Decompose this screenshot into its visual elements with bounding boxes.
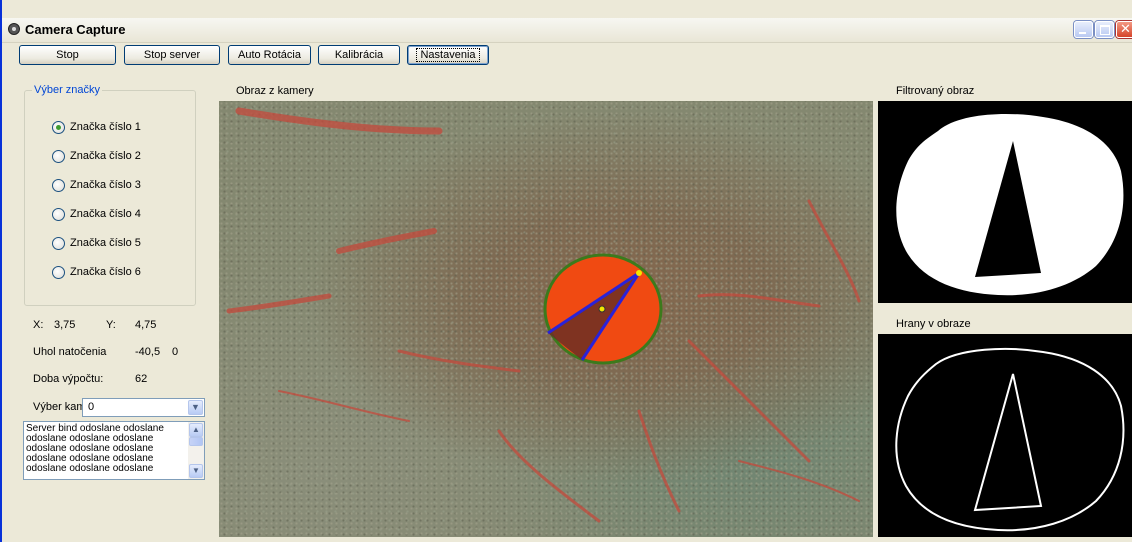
camera-overlay xyxy=(226,107,861,523)
camera-image xyxy=(219,101,873,537)
y-value: 4,75 xyxy=(135,319,157,331)
calibration-button[interactable]: Kalibrácia xyxy=(318,45,400,65)
angle-extra-value: 0 xyxy=(172,346,179,358)
marker-option-label: Značka číslo 2 xyxy=(70,150,141,162)
scroll-up-icon[interactable]: ▲ xyxy=(189,423,203,437)
radio-icon[interactable] xyxy=(52,208,65,221)
camera-app-icon xyxy=(8,23,20,35)
log-textbox[interactable]: Server bind odoslane odoslane odoslane o… xyxy=(23,421,205,480)
app-window: Camera Capture Stop Stop server Auto Rot… xyxy=(0,0,1132,542)
x-value: 3,75 xyxy=(54,319,76,331)
minimize-button[interactable] xyxy=(1074,21,1093,38)
marker-option-label: Značka číslo 5 xyxy=(70,237,141,249)
marker-option-label: Značka číslo 4 xyxy=(70,208,141,220)
auto-rotation-button[interactable]: Auto Rotácia xyxy=(228,45,311,65)
edges-panel-label: Hrany v obraze xyxy=(896,318,971,330)
log-text: Server bind odoslane odoslane odoslane o… xyxy=(26,423,164,474)
compute-time-label: Doba výpočtu: xyxy=(33,373,104,385)
y-label: Y: xyxy=(106,319,116,331)
filtered-panel-label: Filtrovaný obraz xyxy=(896,85,975,97)
stop-server-button[interactable]: Stop server xyxy=(124,45,220,65)
maximize-button[interactable] xyxy=(1095,21,1114,38)
title-bar[interactable]: Camera Capture xyxy=(2,18,1132,43)
log-scrollbar[interactable]: ▲ ▼ xyxy=(188,422,204,479)
radio-icon[interactable] xyxy=(52,237,65,250)
filtered-blob xyxy=(896,113,1124,296)
marker-option-label: Značka číslo 1 xyxy=(70,121,141,133)
close-button[interactable] xyxy=(1116,21,1132,38)
angle-label: Uhol natočenia xyxy=(33,346,107,358)
settings-button-label: Nastavenia xyxy=(416,48,480,62)
compute-time-value: 62 xyxy=(135,373,148,385)
stop-button[interactable]: Stop xyxy=(19,45,116,65)
radio-icon[interactable] xyxy=(52,266,65,279)
radio-icon[interactable] xyxy=(52,179,65,192)
camera-panel-label: Obraz z kamery xyxy=(236,85,314,97)
scroll-thumb[interactable] xyxy=(189,437,203,446)
marker-option-label: Značka číslo 3 xyxy=(70,179,141,191)
camera-select[interactable]: 0 ▼ xyxy=(82,398,205,417)
edges-image xyxy=(878,334,1132,537)
marker-target xyxy=(543,253,663,365)
radio-checked-icon[interactable] xyxy=(52,121,65,134)
radio-icon[interactable] xyxy=(52,150,65,163)
chevron-down-icon[interactable]: ▼ xyxy=(188,400,203,415)
filtered-image xyxy=(878,101,1132,303)
window-title: Camera Capture xyxy=(25,22,126,37)
marker-groupbox-title: Výber značky xyxy=(32,84,103,96)
angle-value: -40,5 xyxy=(135,346,161,358)
camera-select-value: 0 xyxy=(88,401,95,413)
marker-option-label: Značka číslo 6 xyxy=(70,266,141,278)
scroll-down-icon[interactable]: ▼ xyxy=(189,464,203,478)
x-label: X: xyxy=(33,319,44,331)
edges-outline xyxy=(895,347,1125,532)
settings-button[interactable]: Nastavenia xyxy=(407,45,489,65)
